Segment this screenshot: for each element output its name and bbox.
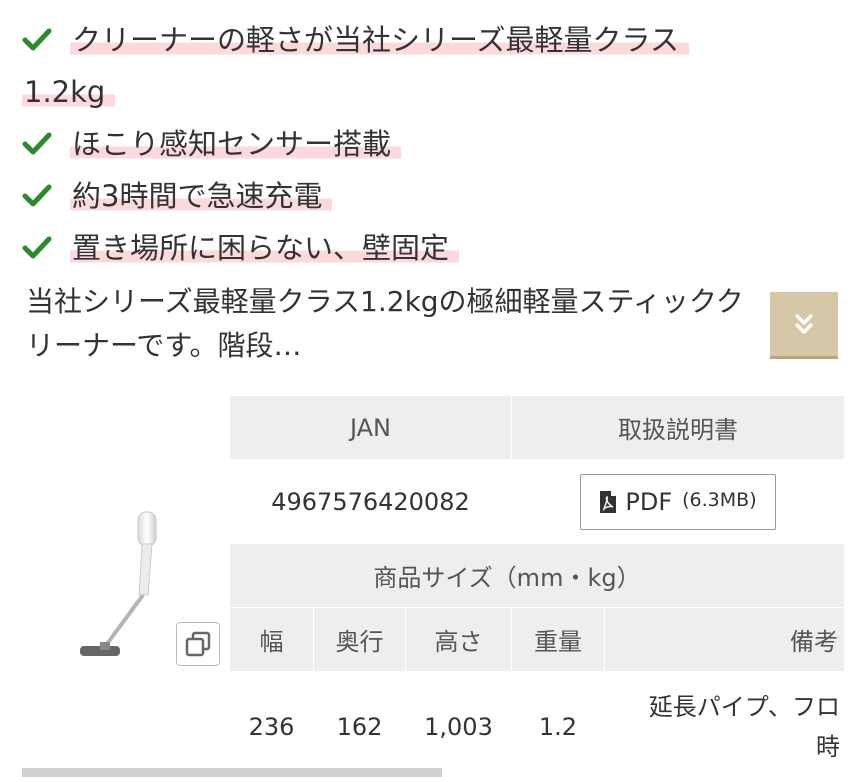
value-notes: 延長パイプ、フロ 時 <box>604 671 845 782</box>
check-icon <box>22 184 52 207</box>
value-weight: 1.2 <box>511 671 605 782</box>
feature-text: 1.2kg <box>22 75 116 109</box>
feature-text: クリーナーの軽さが当社シリーズ最軽量クラス <box>70 23 689 57</box>
copy-image-button[interactable] <box>176 622 220 666</box>
pdf-size: (6.3MB) <box>682 488 757 511</box>
feature-item-continuation: 1.2kg <box>22 66 842 118</box>
manual-cell: PDF (6.3MB) <box>511 459 845 544</box>
size-header-label: 商品サイズ（mm・kg） <box>373 564 641 592</box>
feature-list: クリーナーの軽さが当社シリーズ最軽量クラス 1.2kg ほこり感知センサー搭載 … <box>22 14 842 274</box>
manual-header: 取扱説明書 <box>511 395 845 460</box>
product-description: 当社シリーズ最軽量クラス1.2kgの極細軽量スティッククリーナーです。階段… <box>26 285 744 362</box>
feature-text: 約3時間で急速充電 <box>70 179 333 213</box>
feature-text: ほこり感知センサー搭載 <box>70 127 402 161</box>
size-header: 商品サイズ（mm・kg） <box>229 543 845 608</box>
feature-item: クリーナーの軽さが当社シリーズ最軽量クラス <box>22 14 842 66</box>
column-notes: 備考 <box>604 607 845 672</box>
value-height: 1,003 <box>405 671 512 782</box>
jan-value: 4967576420082 <box>229 459 512 544</box>
value-width: 236 <box>229 671 314 782</box>
copy-icon <box>185 631 211 657</box>
column-width: 幅 <box>229 607 314 672</box>
check-icon <box>22 132 52 155</box>
feature-item: 約3時間で急速充電 <box>22 170 842 222</box>
feature-text: 置き場所に困らない、壁固定 <box>70 231 460 265</box>
feature-item: ほこり感知センサー搭載 <box>22 118 842 170</box>
feature-item: 置き場所に困らない、壁固定 <box>22 222 842 274</box>
pdf-download-button[interactable]: PDF (6.3MB) <box>580 473 776 530</box>
value-depth: 162 <box>313 671 406 782</box>
pdf-label: PDF <box>625 487 673 516</box>
check-icon <box>22 236 52 259</box>
spec-table: JAN 取扱説明書 4967576420082 PDF (6.3MB) 商品サイ… <box>229 395 845 782</box>
column-weight: 重量 <box>511 607 605 672</box>
column-depth: 奥行 <box>313 607 406 672</box>
expand-description-button[interactable] <box>770 292 838 359</box>
pdf-file-icon <box>600 490 617 513</box>
check-icon <box>22 28 52 51</box>
double-chevron-down-icon <box>795 314 813 334</box>
jan-header: JAN <box>229 395 512 460</box>
horizontal-scrollbar[interactable] <box>22 768 442 777</box>
column-height: 高さ <box>405 607 512 672</box>
